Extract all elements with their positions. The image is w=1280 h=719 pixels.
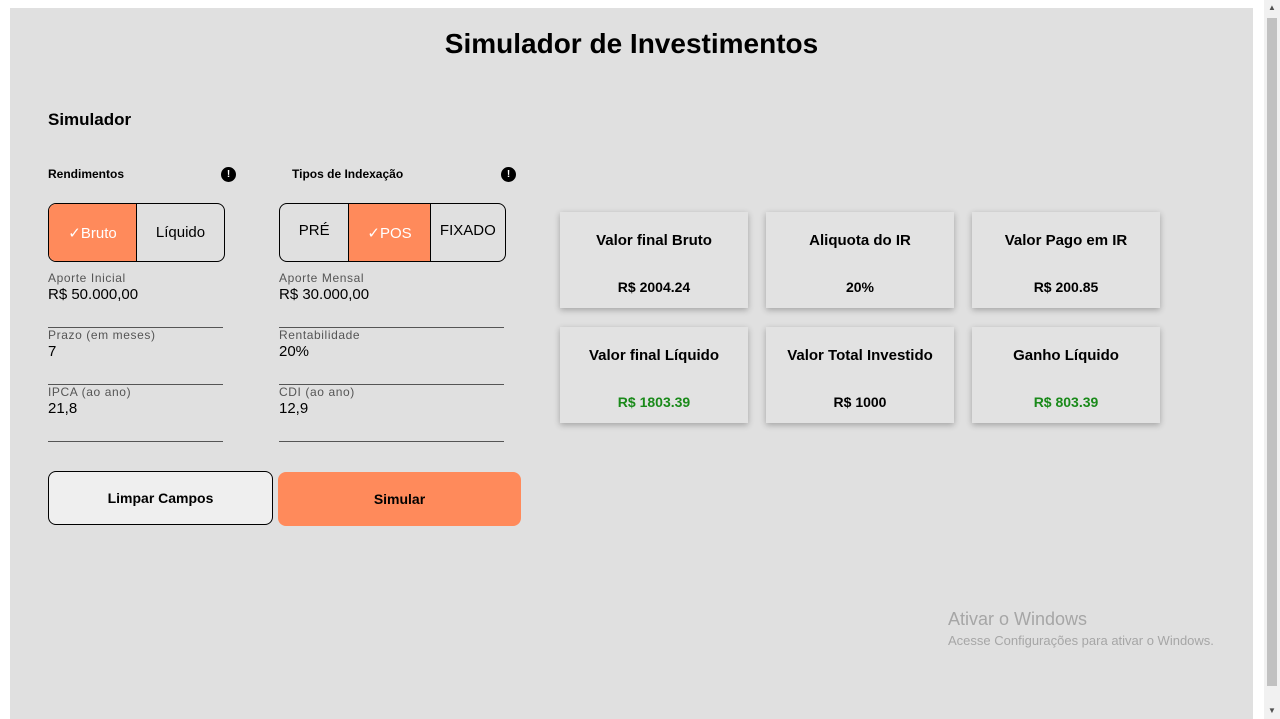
rentabilidade-label: Rentabilidade bbox=[279, 328, 361, 342]
result-card-valor-final-bruto: Valor final Bruto R$ 2004.24 bbox=[560, 212, 748, 308]
indexacao-label: Tipos de Indexação bbox=[292, 167, 404, 181]
aporte-mensal-field[interactable]: Aporte Mensal R$ 30.000,00 bbox=[279, 271, 504, 328]
ipca-field[interactable]: IPCA (ao ano) 21,8 bbox=[48, 385, 223, 442]
prazo-value: 7 bbox=[48, 343, 57, 360]
aporte-inicial-field[interactable]: Aporte Inicial R$ 50.000,00 bbox=[48, 271, 223, 328]
option-pos[interactable]: ✓POS bbox=[349, 204, 431, 261]
indexacao-toggle: PRÉ ✓POS FIXADO bbox=[279, 203, 506, 262]
page-viewport: Simulador de Investimentos Simulador Ren… bbox=[10, 8, 1253, 719]
result-value: R$ 1000 bbox=[833, 394, 887, 410]
simulate-button[interactable]: Simular bbox=[278, 472, 521, 526]
rentabilidade-value: 20% bbox=[279, 343, 310, 360]
scrollbar-thumb[interactable] bbox=[1267, 18, 1277, 686]
prazo-field[interactable]: Prazo (em meses) 7 bbox=[48, 328, 223, 385]
cdi-field[interactable]: CDI (ao ano) 12,9 bbox=[279, 385, 504, 442]
result-card-valor-total-investido: Valor Total Investido R$ 1000 bbox=[766, 327, 954, 423]
ipca-label: IPCA (ao ano) bbox=[48, 385, 132, 399]
section-title: Simulador bbox=[48, 110, 132, 129]
result-title: Valor final Bruto bbox=[596, 232, 712, 249]
aporte-inicial-value: R$ 50.000,00 bbox=[48, 286, 139, 303]
result-card-valor-final-liquido: Valor final Líquido R$ 1803.39 bbox=[560, 327, 748, 423]
aporte-inicial-label: Aporte Inicial bbox=[48, 271, 126, 285]
result-value: R$ 803.39 bbox=[1033, 394, 1099, 410]
rendimentos-info-icon[interactable]: ! bbox=[221, 167, 236, 182]
clear-fields-button[interactable]: Limpar Campos bbox=[48, 471, 273, 525]
scroll-down-arrow-icon[interactable]: ▼ bbox=[1264, 703, 1280, 719]
option-fixado[interactable]: FIXADO bbox=[431, 204, 505, 261]
aporte-mensal-value: R$ 30.000,00 bbox=[279, 286, 370, 303]
windows-activation-watermark: Ativar o Windows Acesse Configurações pa… bbox=[948, 609, 1214, 648]
result-value: 20% bbox=[845, 279, 875, 295]
rendimentos-toggle: ✓Bruto Líquido bbox=[48, 203, 225, 262]
rentabilidade-field[interactable]: Rentabilidade 20% bbox=[279, 328, 504, 385]
result-card-ganho-liquido: Ganho Líquido R$ 803.39 bbox=[972, 327, 1160, 423]
scroll-up-arrow-icon[interactable]: ▲ bbox=[1264, 0, 1280, 16]
cdi-label: CDI (ao ano) bbox=[279, 385, 355, 399]
result-card-valor-pago-ir: Valor Pago em IR R$ 200.85 bbox=[972, 212, 1160, 308]
result-title: Ganho Líquido bbox=[1013, 347, 1119, 364]
indexacao-info-icon[interactable]: ! bbox=[501, 167, 516, 182]
vertical-scrollbar[interactable]: ▲ ▼ bbox=[1264, 0, 1280, 719]
result-title: Valor Total Investido bbox=[787, 347, 933, 364]
aporte-mensal-label: Aporte Mensal bbox=[279, 271, 365, 285]
result-value: R$ 1803.39 bbox=[617, 394, 691, 410]
result-value: R$ 200.85 bbox=[1033, 279, 1099, 295]
page-title: Simulador de Investimentos bbox=[444, 28, 819, 59]
result-title: Valor Pago em IR bbox=[1004, 232, 1128, 249]
result-title: Valor final Líquido bbox=[588, 347, 719, 364]
option-pre[interactable]: PRÉ bbox=[280, 204, 350, 261]
cdi-value: 12,9 bbox=[279, 400, 309, 417]
watermark-line1: Ativar o Windows bbox=[948, 609, 1088, 629]
ipca-value: 21,8 bbox=[48, 400, 78, 417]
result-card-aliquota-ir: Aliquota do IR 20% bbox=[766, 212, 954, 308]
rendimentos-label: Rendimentos bbox=[48, 167, 125, 181]
watermark-line2: Acesse Configurações para ativar o Windo… bbox=[948, 633, 1214, 648]
result-title: Aliquota do IR bbox=[809, 232, 911, 249]
result-value: R$ 2004.24 bbox=[617, 279, 691, 295]
prazo-label: Prazo (em meses) bbox=[48, 328, 156, 342]
option-liquido[interactable]: Líquido bbox=[137, 204, 224, 261]
option-bruto[interactable]: ✓Bruto bbox=[49, 204, 137, 261]
